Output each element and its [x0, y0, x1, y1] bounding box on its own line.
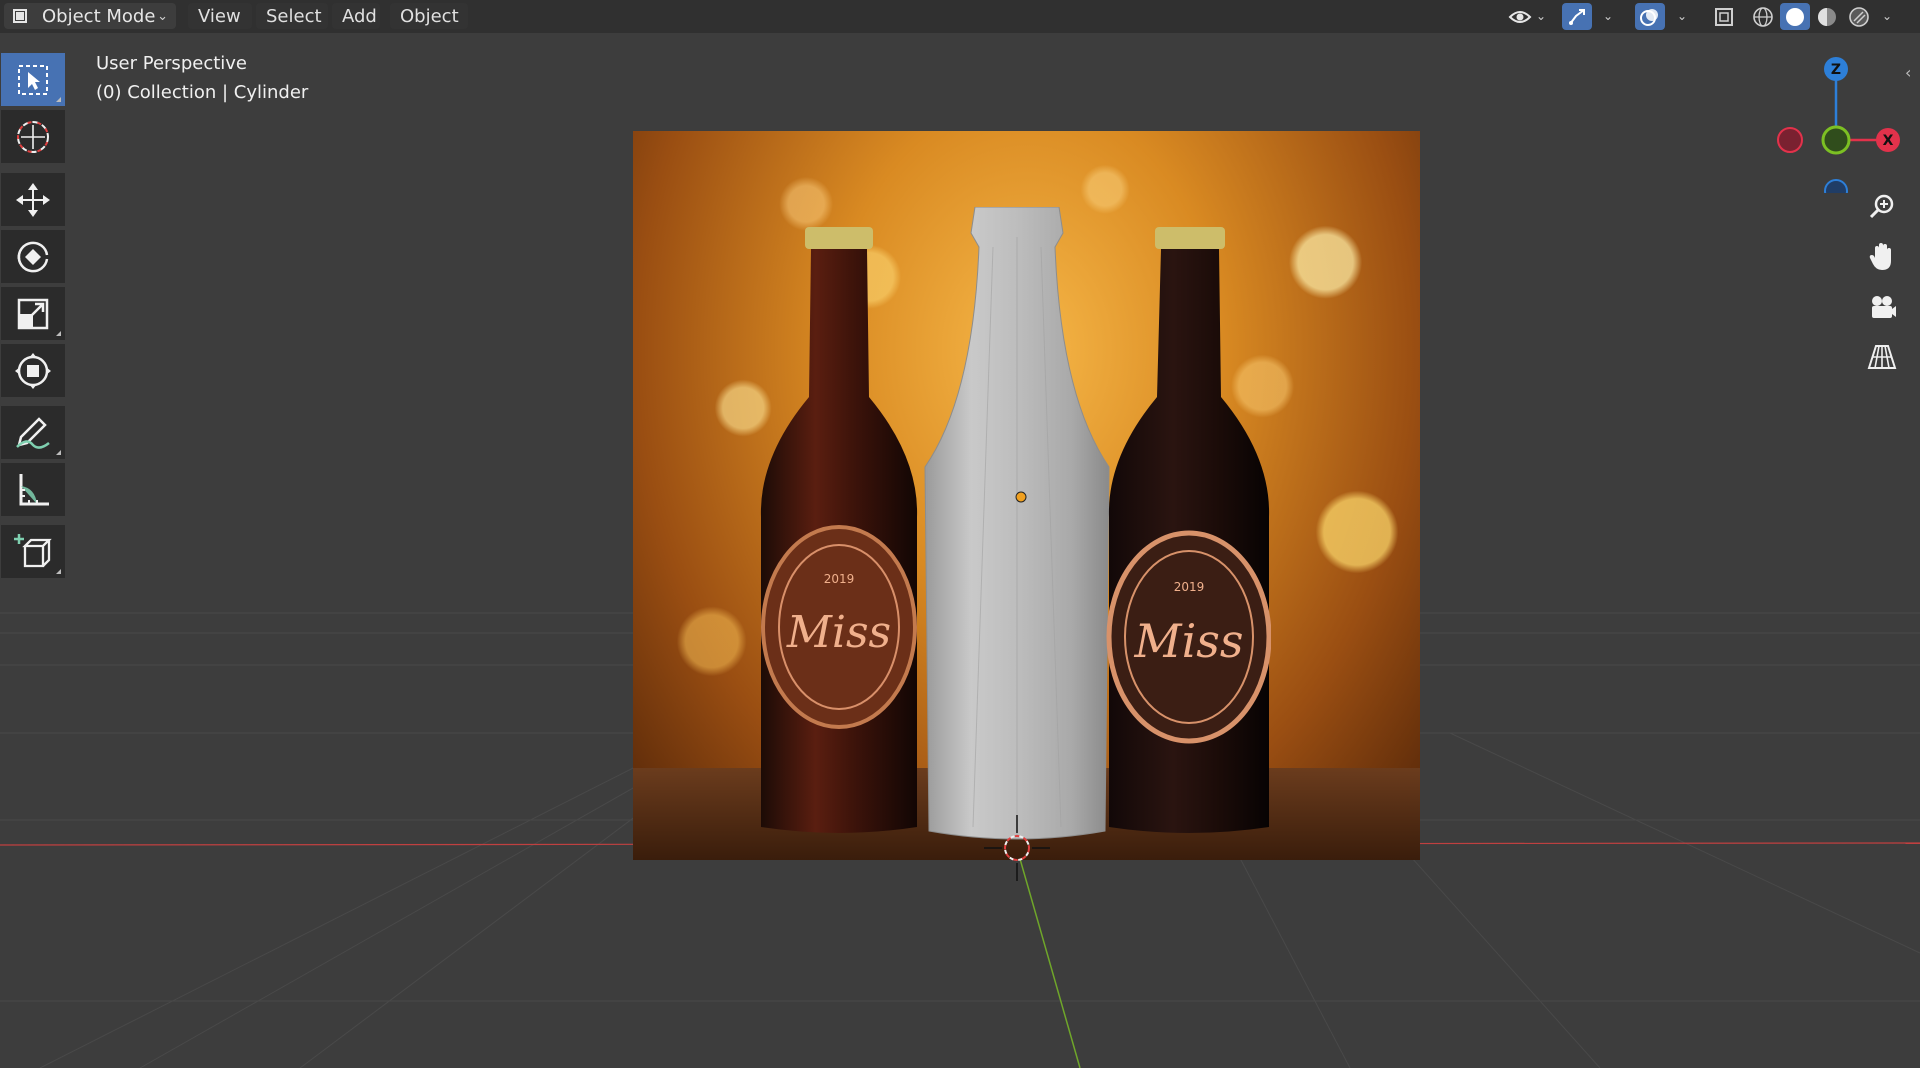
material-preview-icon[interactable] — [1812, 3, 1842, 30]
camera-icon — [1872, 296, 1896, 318]
view-perspective-label: User Perspective — [96, 53, 247, 74]
zoom-icon — [1869, 194, 1894, 219]
solid-shading-icon[interactable] — [1780, 3, 1810, 30]
3d-viewport[interactable]: User Perspective (0) Collection | Cylind… — [0, 33, 1920, 1068]
grid-perspective-icon — [1867, 345, 1897, 369]
menu-add[interactable]: Add — [332, 3, 380, 29]
select-box-icon — [18, 64, 48, 95]
chevron-down-icon[interactable]: ⌄ — [1882, 9, 1892, 23]
rotate-tool[interactable] — [1, 230, 65, 283]
rotate-icon — [17, 241, 49, 272]
move-tool[interactable] — [1, 173, 65, 226]
viewport-header: Object Mode ⌄ View Select Add Object ⌄ ⌄… — [0, 0, 1920, 33]
y-axis-icon — [1821, 125, 1851, 155]
camera-view-button[interactable] — [1861, 286, 1903, 328]
object-mode-dropdown[interactable]: Object Mode ⌄ — [4, 3, 176, 29]
zoom-button[interactable] — [1861, 186, 1903, 228]
chevron-down-icon[interactable]: ⌄ — [1603, 9, 1613, 23]
label-year-text: 2019 — [1174, 580, 1205, 594]
left-beer-bottle-image: Miss 2019 — [760, 227, 918, 833]
transform-tool[interactable] — [1, 344, 65, 397]
object-origin-dot — [1015, 491, 1027, 503]
3d-cursor-icon[interactable] — [982, 813, 1052, 883]
scale-icon — [17, 298, 49, 329]
negative-z-axis-icon — [1824, 179, 1848, 193]
cursor-tool[interactable] — [1, 110, 65, 163]
right-beer-bottle-image: Miss 2019 — [1106, 227, 1271, 833]
annotate-tool[interactable] — [1, 406, 65, 459]
chevron-down-icon[interactable]: ⌄ — [1536, 9, 1546, 23]
xray-toggle-icon[interactable] — [1710, 3, 1738, 30]
negative-x-axis-icon — [1777, 127, 1803, 153]
annotate-icon — [16, 416, 50, 449]
transform-icon — [15, 352, 51, 389]
rendered-shading-icon[interactable] — [1844, 3, 1874, 30]
menu-view[interactable]: View — [188, 3, 252, 29]
active-object-label: (0) Collection | Cylinder — [96, 82, 309, 103]
cylinder-bottle-mesh[interactable] — [923, 207, 1111, 857]
label-miss-text: Miss — [786, 607, 891, 658]
label-year-text: 2019 — [824, 572, 855, 586]
axis-navigation-gizmo[interactable]: Z X — [1770, 53, 1900, 193]
move-icon — [16, 182, 50, 217]
object-mode-icon — [10, 6, 30, 26]
hand-pan-icon — [1869, 243, 1891, 270]
overlays-icon[interactable] — [1635, 3, 1665, 30]
chevron-down-icon[interactable]: ⌄ — [1677, 9, 1687, 23]
measure-tool[interactable] — [1, 463, 65, 516]
gizmo-toggle-icon[interactable] — [1562, 3, 1592, 30]
object-mode-label: Object Mode — [42, 5, 156, 27]
visibility-eye-icon[interactable] — [1505, 3, 1535, 30]
add-cube-icon — [14, 533, 52, 567]
sidebar-toggle-arrow-icon[interactable]: ‹ — [1905, 63, 1911, 82]
add-cube-tool[interactable] — [1, 525, 65, 578]
select-box-tool[interactable] — [1, 53, 65, 106]
label-miss-text: Miss — [1133, 614, 1243, 668]
z-axis-label: Z — [1831, 62, 1841, 78]
menu-object[interactable]: Object — [390, 3, 468, 29]
x-axis-label: X — [1883, 133, 1894, 149]
wireframe-shading-icon[interactable] — [1748, 3, 1778, 30]
reference-image-plane[interactable]: Miss 2019 Miss 2019 — [633, 131, 1420, 860]
measure-icon — [19, 473, 49, 505]
scale-tool[interactable] — [1, 287, 65, 340]
cursor-icon — [17, 120, 49, 153]
chevron-down-icon: ⌄ — [157, 8, 168, 24]
perspective-toggle-button[interactable] — [1861, 336, 1903, 378]
pan-button[interactable] — [1861, 236, 1903, 278]
menu-select[interactable]: Select — [256, 3, 328, 29]
